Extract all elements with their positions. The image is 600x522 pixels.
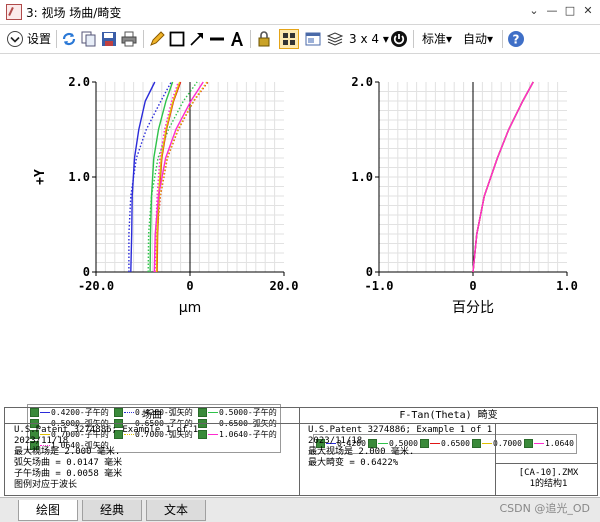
x-axis-label: 百分比 — [452, 300, 494, 316]
info-table: 场曲 F-Tan(Theta) 畸变 U.S.Patent 3274886; E… — [4, 407, 598, 496]
info-line: 弧矢场曲 = 0.0147 毫米 — [14, 458, 123, 468]
print-icon[interactable] — [120, 30, 138, 48]
standard-label: 标准 — [422, 32, 447, 46]
distortion-header: F-Tan(Theta) 畸变 — [300, 408, 597, 424]
x-tick-label: -1.0 — [365, 279, 394, 293]
config-label: 1的结构1 — [529, 479, 568, 489]
info-line: 图例对应于波长 — [14, 480, 78, 490]
x-tick-label: -20.0 — [78, 279, 114, 293]
watermark: CSDN @追光_OD — [499, 502, 591, 515]
minimize-button[interactable]: — — [544, 3, 560, 19]
y-axis-label: +Y — [33, 169, 48, 185]
auto-dropdown[interactable]: 自动▾ — [463, 30, 493, 48]
info-line: 最大视场是 2.000 毫米. — [14, 447, 121, 457]
info-line: 最大畸变 = 0.6422% — [308, 458, 399, 468]
close-button[interactable]: ✕ — [580, 3, 596, 19]
file-info: [CA-10].ZMX 1的结构1 — [500, 468, 597, 490]
toolbar-separator — [413, 30, 414, 48]
info-line: 子午场曲 = 0.0058 毫米 — [14, 469, 123, 479]
toolbar: 设置 3 x 4 ▾ 标准▾ 自动▾ ? — [0, 25, 600, 54]
info-line: 最大视场是 2.000 毫米. — [308, 447, 415, 457]
auto-label: 自动 — [463, 32, 488, 46]
window-title: 3: 视场 场曲/畸变 — [26, 6, 122, 20]
lock-icon[interactable] — [255, 30, 273, 48]
y-tick-label: 2.0 — [351, 75, 373, 89]
toolbar-separator — [56, 30, 57, 48]
toolbar-separator — [502, 30, 503, 48]
standard-dropdown[interactable]: 标准▾ — [422, 30, 452, 48]
tab-classic[interactable]: 经典 — [82, 500, 142, 521]
distortion-info: U.S.Patent 3274886; Example 1 of 1 2023/… — [308, 425, 492, 469]
standard-chevron-icon: ▾ — [446, 32, 453, 46]
info-line: U.S.Patent 3274886; Example 1 of 1 — [308, 425, 493, 435]
settings-chevron-icon[interactable] — [6, 30, 24, 48]
layers-icon[interactable] — [326, 30, 344, 48]
field-curvature-info: U.S.Patent 3274886; Example 1 of 1 2023/… — [14, 425, 198, 491]
copy-icon[interactable] — [80, 30, 98, 48]
arrow-icon[interactable] — [188, 30, 206, 48]
table-divider — [495, 424, 496, 495]
x-axis-label: μm — [179, 300, 202, 316]
y-tick-label: 2.0 — [68, 75, 90, 89]
help-icon[interactable]: ? — [507, 30, 525, 48]
tab-text[interactable]: 文本 — [146, 500, 206, 521]
layout-dropdown[interactable]: 3 x 4 ▾ — [349, 30, 389, 48]
power-icon[interactable] — [390, 30, 408, 48]
table-divider — [299, 408, 300, 495]
y-tick-label: 1.0 — [68, 170, 90, 184]
tab-graph[interactable]: 绘图 — [18, 500, 78, 521]
auto-chevron-icon: ▾ — [487, 32, 494, 46]
info-line: 2023/11/18 — [14, 436, 69, 446]
rectangle-icon[interactable] — [168, 30, 186, 48]
x-tick-label: 0 — [469, 279, 476, 293]
dropdown-window-button[interactable]: ⌄ — [526, 3, 542, 19]
window-layout-icon[interactable] — [304, 30, 322, 48]
layout-label: 3 x 4 — [349, 32, 379, 46]
maximize-button[interactable]: □ — [562, 3, 578, 19]
plot-area: 0 1.0 2.0 -20.0 0 20.0 μm +Y 0 1.0 2.0 -1.0 0 1.0 百分比 … — [0, 54, 600, 454]
y-tick-label: 0 — [83, 265, 90, 279]
info-line: U.S.Patent 3274886; Example 1 of 1 — [14, 425, 199, 435]
layout-chevron-icon: ▾ — [382, 32, 389, 46]
file-name: [CA-10].ZMX — [518, 468, 579, 478]
save-icon[interactable] — [100, 30, 118, 48]
x-tick-label: 20.0 — [270, 279, 299, 293]
charts-svg: 01.02.0-20.0 0 20.0μm+Y01.02.0-1.0 0 1.0百分比 — [33, 75, 578, 316]
info-line: 2023/11/18 — [308, 436, 363, 446]
line-icon[interactable] — [208, 30, 226, 48]
toolbar-separator — [143, 30, 144, 48]
text-icon[interactable] — [228, 30, 246, 48]
grid-layout-icon[interactable] — [279, 29, 299, 49]
title-bar: 3: 视场 场曲/畸变 ⌄ — □ ✕ — [0, 0, 600, 25]
x-tick-label: 0 — [186, 279, 193, 293]
table-divider — [495, 463, 597, 464]
toolbar-separator — [250, 30, 251, 48]
y-tick-label: 1.0 — [351, 170, 373, 184]
refresh-icon[interactable] — [60, 30, 78, 48]
svg-text:?: ? — [513, 33, 520, 47]
settings-button[interactable]: 设置 — [27, 30, 51, 48]
app-icon — [6, 4, 22, 20]
x-tick-label: 1.0 — [556, 279, 578, 293]
pencil-icon[interactable] — [148, 30, 166, 48]
y-tick-label: 0 — [366, 265, 373, 279]
field-curvature-header: 场曲 — [5, 408, 300, 424]
